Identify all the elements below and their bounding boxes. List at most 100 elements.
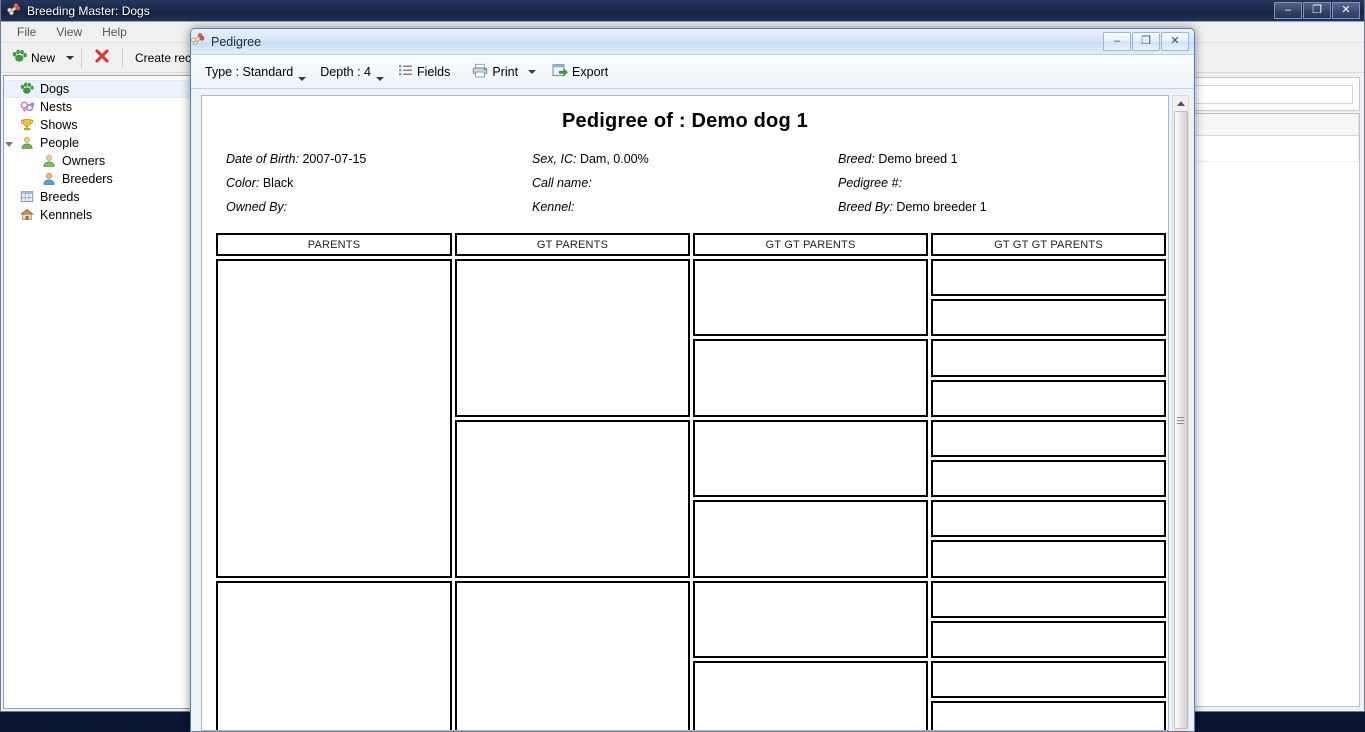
page-title: Pedigree of : Demo dog 1 [562, 110, 808, 132]
paw-icon [12, 49, 27, 66]
great-great-grandparent-cell[interactable] [931, 580, 1166, 618]
red-x-icon [94, 48, 110, 67]
scroll-up-button[interactable] [1173, 96, 1188, 110]
type-dropdown-button[interactable]: Type : Standard [199, 59, 312, 85]
sidebar-item-people[interactable]: People [4, 134, 190, 152]
new-button[interactable]: New [7, 46, 60, 70]
great-great-grandparent-cell[interactable] [931, 500, 1166, 538]
app-bone-icon [7, 3, 21, 18]
depth-dropdown-button[interactable]: Depth : 4 [314, 59, 390, 85]
pedigree-grid-header: PARENTS GT PARENTS GT GT PARENTS GT GT G… [216, 233, 1166, 256]
grandparent-cell[interactable] [455, 419, 690, 578]
generation-2-column [455, 259, 690, 730]
grip-icon [1177, 416, 1184, 424]
info-breed-by: Breed By: Demo breeder 1 [838, 195, 1144, 219]
great-grandparent-cell[interactable] [693, 500, 928, 578]
info-owned-by: Owned By: [226, 195, 532, 219]
info-sex-ic: Sex, IC: Dam, 0.00% [532, 147, 838, 171]
type-label: Type : Standard [205, 64, 294, 79]
info-value: Black [262, 176, 294, 190]
info-value: Dam, 0.00% [579, 152, 649, 166]
person-green-icon [40, 154, 57, 169]
sidebar-item-breeders[interactable]: Breeders [4, 170, 190, 188]
sidebar-label-nests: Nests [40, 100, 72, 114]
delete-button[interactable] [89, 46, 115, 70]
sidebar-item-shows[interactable]: Shows [4, 116, 190, 134]
sidebar-label-shows: Shows [40, 118, 78, 132]
export-button[interactable]: Export [546, 59, 614, 85]
menu-view[interactable]: View [46, 23, 92, 41]
pedigree-minimize-button[interactable]: – [1103, 32, 1131, 51]
info-label: Sex, IC: [532, 152, 577, 166]
info-value: 2007-07-15 [302, 152, 367, 166]
sidebar-label-dogs: Dogs [40, 82, 70, 96]
sidebar-item-breeds[interactable]: Breeds [4, 188, 190, 206]
pedigree-dialog-title: Pedigree [211, 34, 262, 49]
great-great-grandparent-cell[interactable] [931, 379, 1166, 417]
pedigree-close-button[interactable]: ✕ [1161, 32, 1189, 51]
info-color: Color: Black [226, 171, 532, 195]
info-pedigree-number: Pedigree #: [838, 171, 1144, 195]
grandparent-cell[interactable] [455, 259, 690, 417]
scrollbar-thumb[interactable] [1173, 111, 1188, 729]
print-dropdown-caret[interactable] [528, 69, 537, 74]
pedigree-info-block: Date of Birth: 2007-07-15 Color: Black O… [226, 147, 1144, 219]
menu-help[interactable]: Help [92, 23, 137, 41]
pedigree-toolbar: Type : Standard Depth : 4 Fields Print E… [191, 55, 1194, 89]
pedigree-window-controls: – ❐ ✕ [1102, 32, 1189, 51]
great-great-grandparent-cell[interactable] [931, 299, 1166, 337]
great-grandparent-cell[interactable] [693, 580, 928, 658]
great-grandparent-cell[interactable] [693, 419, 928, 498]
fields-button[interactable]: Fields [392, 59, 456, 85]
close-button[interactable]: ✕ [1332, 2, 1360, 19]
navigation-tree-panel: Dogs Nests Shows People Owners Breeders … [3, 75, 191, 709]
toolbar-separator-2 [122, 47, 124, 68]
parent-cell[interactable] [216, 259, 452, 578]
chevron-down-icon[interactable] [5, 142, 13, 147]
info-label: Color: [226, 176, 260, 190]
depth-label: Depth : 4 [320, 64, 371, 79]
toolbar-separator [81, 47, 83, 68]
main-window-title: Breeding Master: Dogs [27, 3, 150, 18]
great-great-grandparent-cell[interactable] [931, 620, 1166, 658]
pedigree-maximize-button[interactable]: ❐ [1132, 32, 1160, 51]
great-grandparent-cell[interactable] [693, 259, 928, 337]
info-label: Breed: [838, 152, 875, 166]
great-grandparent-cell[interactable] [693, 660, 928, 730]
great-great-grandparent-cell[interactable] [931, 419, 1166, 457]
info-kennel: Kennel: [532, 195, 838, 219]
generation-4-column [931, 259, 1166, 730]
sidebar-item-nests[interactable]: Nests [4, 98, 190, 116]
grandparent-cell[interactable] [455, 580, 690, 730]
great-great-grandparent-cell[interactable] [931, 459, 1166, 498]
sidebar-label-people: People [40, 136, 79, 150]
great-great-grandparent-cell[interactable] [931, 339, 1166, 377]
sidebar-label-kennnels: Kennnels [40, 208, 93, 222]
pedigree-titlebar[interactable]: Pedigree – ❐ ✕ [191, 29, 1194, 55]
minimize-button[interactable]: – [1274, 2, 1302, 19]
great-great-grandparent-cell[interactable] [931, 701, 1166, 730]
fields-label: Fields [417, 64, 451, 79]
pedigree-vertical-scrollbar[interactable] [1172, 95, 1189, 731]
pedigree-grid-columns [216, 259, 1166, 730]
parent-cell[interactable] [216, 580, 452, 730]
maximize-button[interactable]: ❐ [1303, 2, 1331, 19]
trophy-icon [18, 118, 35, 133]
info-call-name: Call name: [532, 171, 838, 195]
great-great-grandparent-cell[interactable] [931, 540, 1166, 578]
main-window-controls: – ❐ ✕ [1273, 2, 1360, 19]
export-label: Export [572, 64, 609, 79]
paw-icon [18, 82, 35, 97]
sidebar-item-owners[interactable]: Owners [4, 152, 190, 170]
new-dropdown-caret[interactable] [66, 55, 75, 60]
sidebar-item-kennnels[interactable]: Kennnels [4, 206, 190, 224]
great-grandparent-cell[interactable] [693, 339, 928, 417]
great-great-grandparent-cell[interactable] [931, 259, 1166, 297]
great-great-grandparent-cell[interactable] [931, 660, 1166, 699]
main-window-titlebar[interactable]: Breeding Master: Dogs – ❐ ✕ [1, 0, 1364, 22]
export-icon [552, 63, 568, 81]
print-button[interactable]: Print [466, 59, 524, 85]
info-column-right: Breed: Demo breed 1 Pedigree #: Breed By… [838, 147, 1144, 219]
menu-file[interactable]: File [7, 23, 46, 41]
sidebar-item-dogs[interactable]: Dogs [4, 80, 190, 98]
